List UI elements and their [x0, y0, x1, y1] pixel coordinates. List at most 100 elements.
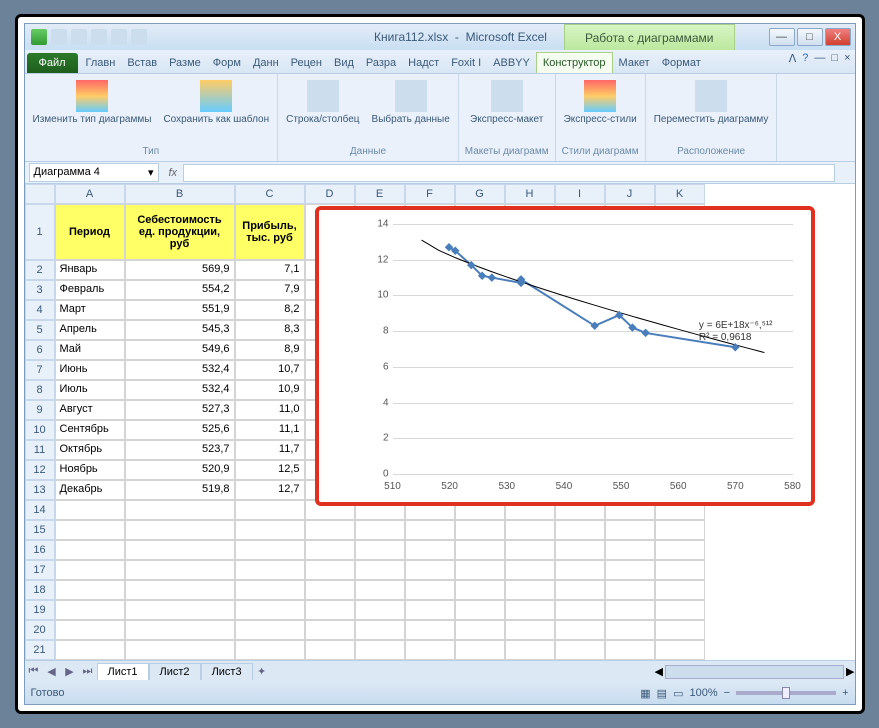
- row-header[interactable]: 12: [25, 460, 55, 480]
- zoom-slider[interactable]: [736, 691, 836, 695]
- tab-nav-next[interactable]: ▶: [61, 665, 79, 678]
- cell[interactable]: [605, 640, 655, 660]
- chart-series[interactable]: [393, 224, 793, 474]
- cell[interactable]: [235, 520, 305, 540]
- cell[interactable]: 11,1: [235, 420, 305, 440]
- cell[interactable]: [55, 540, 125, 560]
- cell[interactable]: [125, 560, 235, 580]
- cell[interactable]: 520,9: [125, 460, 235, 480]
- col-header[interactable]: J: [605, 184, 655, 204]
- cell[interactable]: [405, 620, 455, 640]
- cell[interactable]: [125, 580, 235, 600]
- row-header[interactable]: 18: [25, 580, 55, 600]
- cell[interactable]: [505, 540, 555, 560]
- cell[interactable]: [125, 500, 235, 520]
- zoom-in-button[interactable]: +: [842, 687, 848, 699]
- file-tab[interactable]: Файл: [27, 53, 78, 73]
- cell[interactable]: [555, 540, 605, 560]
- row-header[interactable]: 4: [25, 300, 55, 320]
- doc-min-icon[interactable]: —: [814, 52, 825, 65]
- ribbon-tab[interactable]: Разме: [163, 53, 207, 73]
- cell[interactable]: [605, 600, 655, 620]
- cell[interactable]: [355, 560, 405, 580]
- cell[interactable]: 525,6: [125, 420, 235, 440]
- cell[interactable]: [455, 600, 505, 620]
- cell[interactable]: 12,5: [235, 460, 305, 480]
- cell[interactable]: [355, 600, 405, 620]
- cell[interactable]: 11,0: [235, 400, 305, 420]
- cell[interactable]: 532,4: [125, 360, 235, 380]
- cell[interactable]: [235, 500, 305, 520]
- cell[interactable]: [125, 620, 235, 640]
- cell[interactable]: [355, 580, 405, 600]
- cell[interactable]: [605, 520, 655, 540]
- cell[interactable]: Май: [55, 340, 125, 360]
- ribbon-tab[interactable]: Рецен: [285, 53, 328, 73]
- cell[interactable]: [55, 600, 125, 620]
- ribbon-tab[interactable]: ABBYY: [487, 53, 536, 73]
- cell[interactable]: Сентябрь: [55, 420, 125, 440]
- cell[interactable]: [235, 620, 305, 640]
- select-data-button[interactable]: Выбрать данные: [370, 78, 452, 127]
- cell[interactable]: [125, 540, 235, 560]
- ribbon-tab[interactable]: Разра: [360, 53, 402, 73]
- cell[interactable]: [455, 540, 505, 560]
- tab-nav-prev[interactable]: ◀: [43, 665, 61, 678]
- cell[interactable]: [505, 600, 555, 620]
- table-header[interactable]: Период: [55, 204, 125, 260]
- cell[interactable]: 8,3: [235, 320, 305, 340]
- cell[interactable]: [655, 640, 705, 660]
- fx-icon[interactable]: fx: [163, 167, 184, 179]
- cell[interactable]: [235, 540, 305, 560]
- undo-icon[interactable]: [71, 29, 87, 45]
- col-header[interactable]: B: [125, 184, 235, 204]
- row-header[interactable]: 5: [25, 320, 55, 340]
- cell[interactable]: [305, 560, 355, 580]
- cell[interactable]: [305, 600, 355, 620]
- minimize-button[interactable]: —: [769, 28, 795, 46]
- cell[interactable]: Декабрь: [55, 480, 125, 500]
- zoom-out-button[interactable]: −: [724, 687, 730, 699]
- hscroll-right-icon[interactable]: ▶: [846, 665, 854, 678]
- cell[interactable]: [555, 620, 605, 640]
- row-header[interactable]: 21: [25, 640, 55, 660]
- cell[interactable]: [505, 580, 555, 600]
- doc-restore-icon[interactable]: □: [831, 52, 838, 65]
- cell[interactable]: [125, 520, 235, 540]
- cell[interactable]: [235, 600, 305, 620]
- cell[interactable]: [55, 620, 125, 640]
- cell[interactable]: [305, 620, 355, 640]
- ribbon-tab-layout[interactable]: Макет: [613, 53, 656, 73]
- col-header[interactable]: C: [235, 184, 305, 204]
- cell[interactable]: 8,2: [235, 300, 305, 320]
- row-header[interactable]: 17: [25, 560, 55, 580]
- dropdown-icon[interactable]: ▾: [148, 166, 154, 179]
- doc-close-icon[interactable]: ×: [844, 52, 850, 65]
- col-header[interactable]: A: [55, 184, 125, 204]
- cell[interactable]: [125, 600, 235, 620]
- change-chart-type-button[interactable]: Изменить тип диаграммы: [31, 78, 154, 127]
- cell[interactable]: [605, 620, 655, 640]
- move-chart-button[interactable]: Переместить диаграмму: [652, 78, 771, 127]
- cell[interactable]: [405, 560, 455, 580]
- cell[interactable]: Июнь: [55, 360, 125, 380]
- row-header[interactable]: 7: [25, 360, 55, 380]
- tab-nav-first[interactable]: ⏮: [25, 665, 43, 678]
- row-header[interactable]: 20: [25, 620, 55, 640]
- cell[interactable]: [305, 640, 355, 660]
- select-all-corner[interactable]: [25, 184, 55, 204]
- cell[interactable]: [505, 560, 555, 580]
- cell[interactable]: Август: [55, 400, 125, 420]
- cell[interactable]: Октябрь: [55, 440, 125, 460]
- cell[interactable]: [505, 640, 555, 660]
- cell[interactable]: Февраль: [55, 280, 125, 300]
- ribbon-tab-format[interactable]: Формат: [656, 53, 707, 73]
- row-header[interactable]: 6: [25, 340, 55, 360]
- cell[interactable]: Март: [55, 300, 125, 320]
- ribbon-tab-constructor[interactable]: Конструктор: [536, 52, 613, 73]
- sheet-tab[interactable]: Лист3: [201, 663, 253, 680]
- col-header[interactable]: K: [655, 184, 705, 204]
- cell[interactable]: 551,9: [125, 300, 235, 320]
- cell[interactable]: 8,9: [235, 340, 305, 360]
- view-layout-icon[interactable]: ▤: [657, 687, 667, 700]
